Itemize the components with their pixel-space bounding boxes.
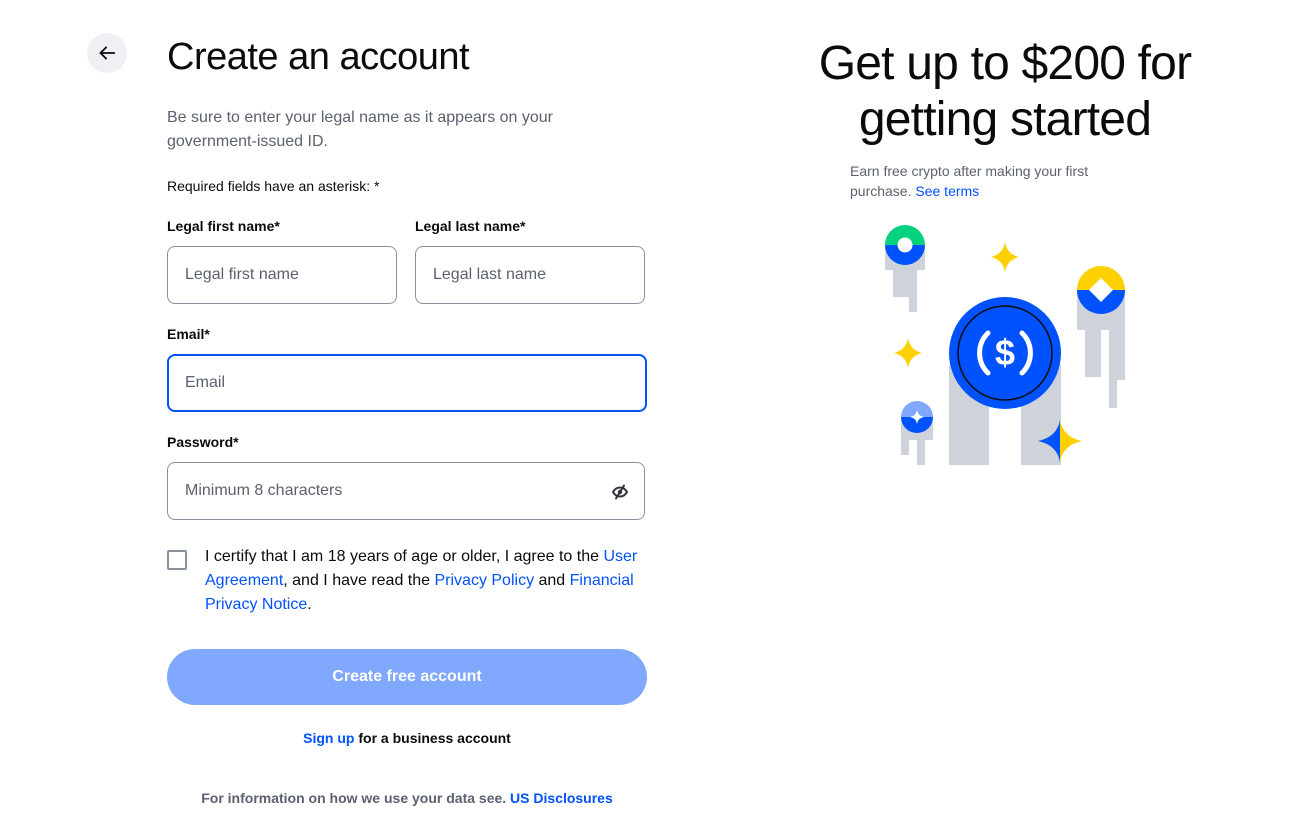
last-name-label: Legal last name* [415,218,526,234]
eye-slash-icon [611,484,629,500]
privacy-policy-link[interactable]: Privacy Policy [434,572,534,589]
yellow-token-icon [1077,266,1125,408]
green-token-icon [885,225,925,312]
email-input[interactable] [169,356,645,410]
consent-text-part: , and I have read the [283,572,435,589]
promo-text: Earn free crypto after making your first… [850,161,1140,201]
us-disclosures-link[interactable]: US Disclosures [510,790,613,806]
sparkle-icon [894,338,922,368]
promo-title: Get up to $200 for getting started [818,37,1192,146]
business-signup-text: Sign up for a business account [167,730,647,746]
toggle-password-visibility-button[interactable] [610,482,630,502]
email-label: Email* [167,326,210,342]
disclosure-prefix: For information on how we use your data … [201,790,511,806]
arrow-left-icon [99,46,115,60]
see-terms-link[interactable]: See terms [915,183,979,199]
password-input[interactable] [168,463,644,519]
email-field-container [167,354,647,412]
page-title: Create an account [167,36,470,78]
consent-text-part: . [307,596,312,613]
business-signup-suffix: for a business account [354,730,511,746]
sparkle-icon [991,242,1019,272]
first-name-label: Legal first name* [167,218,280,234]
create-free-account-button[interactable]: Create free account [167,649,647,705]
usdc-coin-illustration: $ [885,225,1125,465]
business-signup-link[interactable]: Sign up [303,730,354,746]
form-subtitle: Be sure to enter your legal name as it a… [167,109,553,150]
age-consent-checkbox[interactable] [167,550,187,570]
consent-text-part: and [534,572,570,589]
consent-text-part: I certify that I am 18 years of age or o… [205,548,604,565]
password-field-container [167,462,645,520]
last-name-field-container [415,246,645,304]
last-name-input[interactable] [416,247,644,303]
first-name-input[interactable] [168,247,396,303]
required-note: Required fields have an asterisk: * [167,178,380,194]
svg-text:$: $ [995,332,1015,373]
blue-star-token-icon [901,401,933,465]
password-label: Password* [167,434,239,450]
back-button[interactable] [87,33,127,73]
consent-text: I certify that I am 18 years of age or o… [205,545,645,617]
data-disclosure-text: For information on how we use your data … [167,790,647,806]
first-name-field-container [167,246,397,304]
